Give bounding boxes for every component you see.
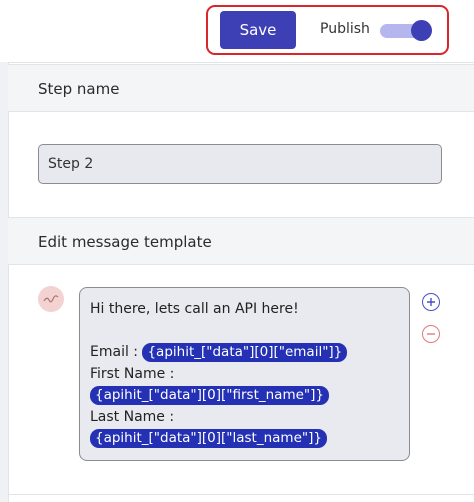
last-name-token[interactable]: {apihit_["data"][0]["last_name"]} [90,429,327,448]
save-button[interactable]: Save [220,11,296,49]
step-name-section-header: Step name [8,64,474,112]
message-template-heading: Edit message template [38,233,212,251]
minus-circle-icon[interactable] [422,325,440,343]
left-gutter [0,62,9,502]
top-toolbar: Save Publish [0,0,474,62]
avatar-icon [38,286,64,312]
first-name-label: First Name : [90,365,175,382]
email-line: Email : {apihit_["data"][0]["email"]} [90,342,399,364]
step-name-heading: Step name [38,80,120,98]
publish-toggle-knob[interactable] [411,20,432,41]
publish-label: Publish [320,21,370,37]
message-intro: Hi there, lets call an API here! [90,301,299,317]
email-label: Email : [90,344,139,360]
first-name-line: {apihit_["data"][0]["first_name"]} [90,385,399,407]
last-name-line: {apihit_["data"][0]["last_name"]} [90,428,399,450]
divider [8,62,474,63]
step-name-input[interactable] [38,144,442,184]
email-token[interactable]: {apihit_["data"][0]["email"]} [142,343,348,362]
message-template-section-header: Edit message template [8,217,474,265]
divider [8,494,474,495]
plus-circle-icon[interactable] [422,293,440,311]
first-name-token[interactable]: {apihit_["data"][0]["first_name"]} [90,386,329,405]
last-name-label: Last Name : [90,408,175,425]
message-template-editor[interactable]: Hi there, lets call an API here! Email :… [79,287,410,461]
